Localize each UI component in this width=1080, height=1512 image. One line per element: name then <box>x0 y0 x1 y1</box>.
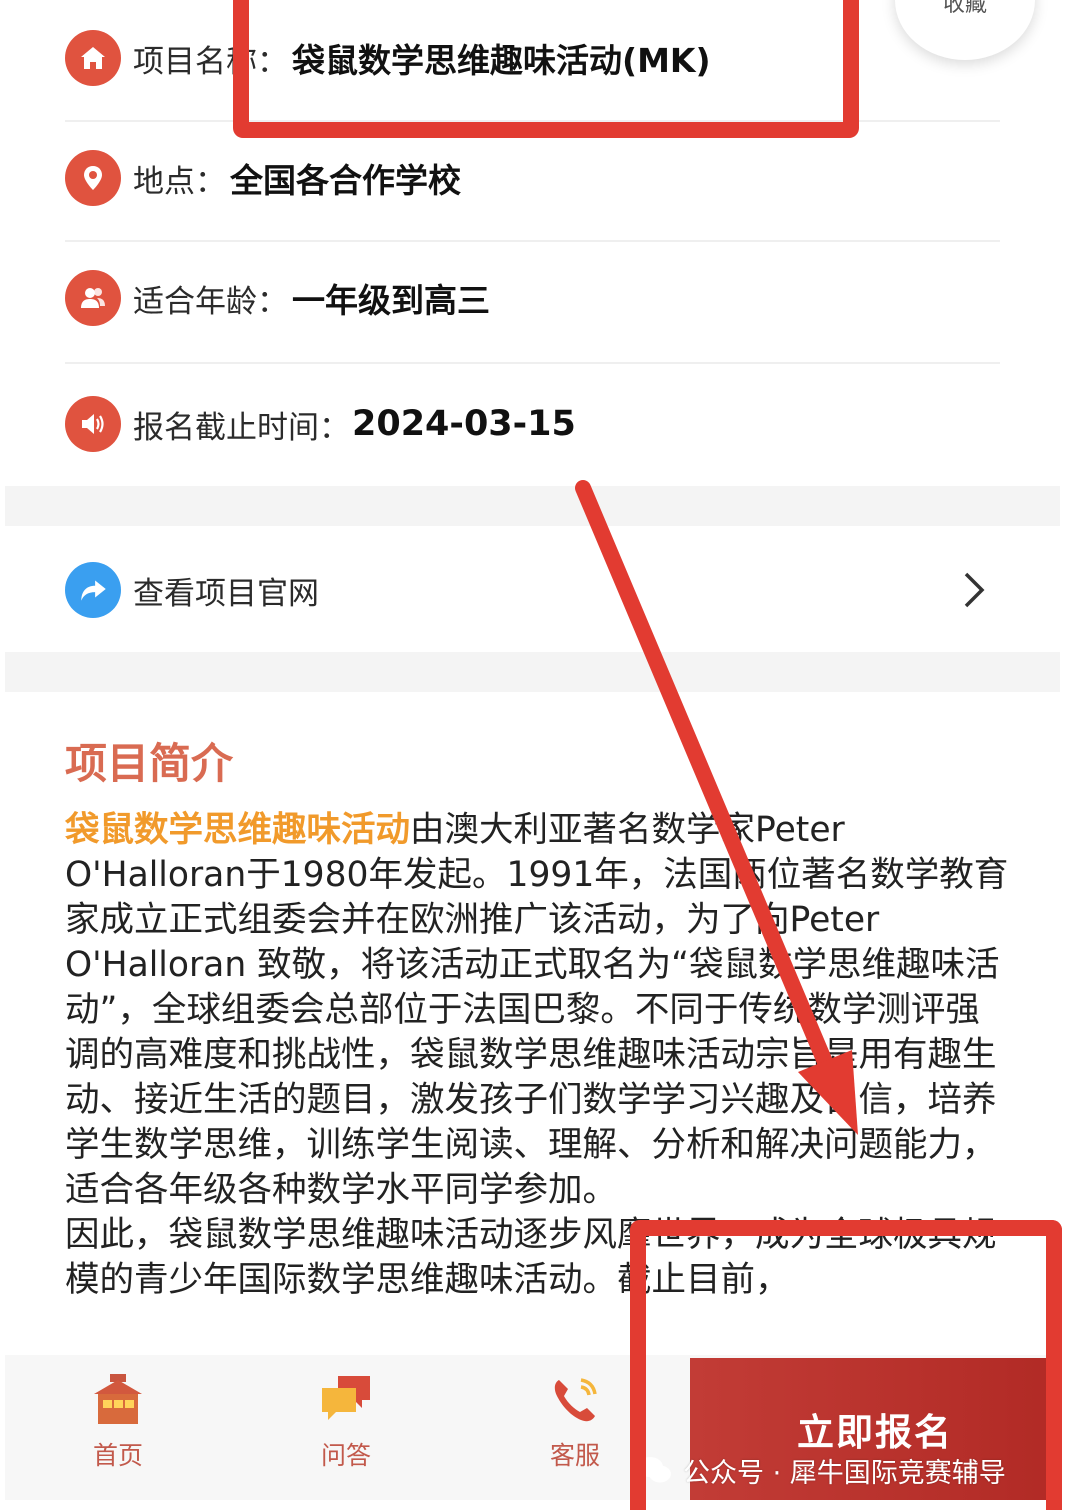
website-link-label: 查看项目官网 <box>133 575 319 612</box>
house-icon <box>94 1374 142 1424</box>
user-group-icon <box>65 270 121 326</box>
location-label: 地点： <box>133 163 226 200</box>
age-label: 适合年龄： <box>133 283 288 320</box>
age-value: 一年级到高三 <box>292 281 490 320</box>
deadline-row: 报名截止时间： 2024-03-15 <box>65 374 995 474</box>
tab-home[interactable]: 首页 <box>18 1370 218 1480</box>
age-row: 适合年龄： 一年级到高三 <box>65 248 995 348</box>
section-separator <box>5 486 1060 526</box>
divider <box>65 362 1000 364</box>
tab-qa-label: 问答 <box>320 1441 371 1470</box>
divider <box>65 240 1000 242</box>
speaker-icon <box>65 396 121 452</box>
annotation-box-title <box>233 0 859 138</box>
deadline-label: 报名截止时间： <box>133 409 350 446</box>
share-arrow-icon <box>65 562 121 618</box>
annotation-box-signup <box>630 1220 1062 1510</box>
section-separator <box>5 652 1060 692</box>
location-pin-icon <box>65 150 121 206</box>
home-icon <box>65 30 121 86</box>
tab-home-label: 首页 <box>92 1441 143 1470</box>
intro-highlight: 袋鼠数学思维趣味活动 <box>65 810 410 850</box>
intro-paragraph-1: 由澳大利亚著名数学家Peter O'Halloran于1980年发起。1991年… <box>65 810 1009 1210</box>
tab-service-label: 客服 <box>549 1441 600 1470</box>
location-value: 全国各合作学校 <box>230 161 461 200</box>
chevron-right-icon <box>964 572 985 608</box>
phone-icon <box>554 1378 597 1422</box>
intro-title: 项目简介 <box>65 739 234 788</box>
chat-bubbles-icon <box>322 1376 370 1420</box>
location-row: 地点： 全国各合作学校 <box>65 128 995 228</box>
deadline-value: 2024-03-15 <box>352 404 576 444</box>
website-link-row[interactable]: 查看项目官网 <box>65 530 995 650</box>
tab-qa[interactable]: 问答 <box>246 1370 446 1480</box>
